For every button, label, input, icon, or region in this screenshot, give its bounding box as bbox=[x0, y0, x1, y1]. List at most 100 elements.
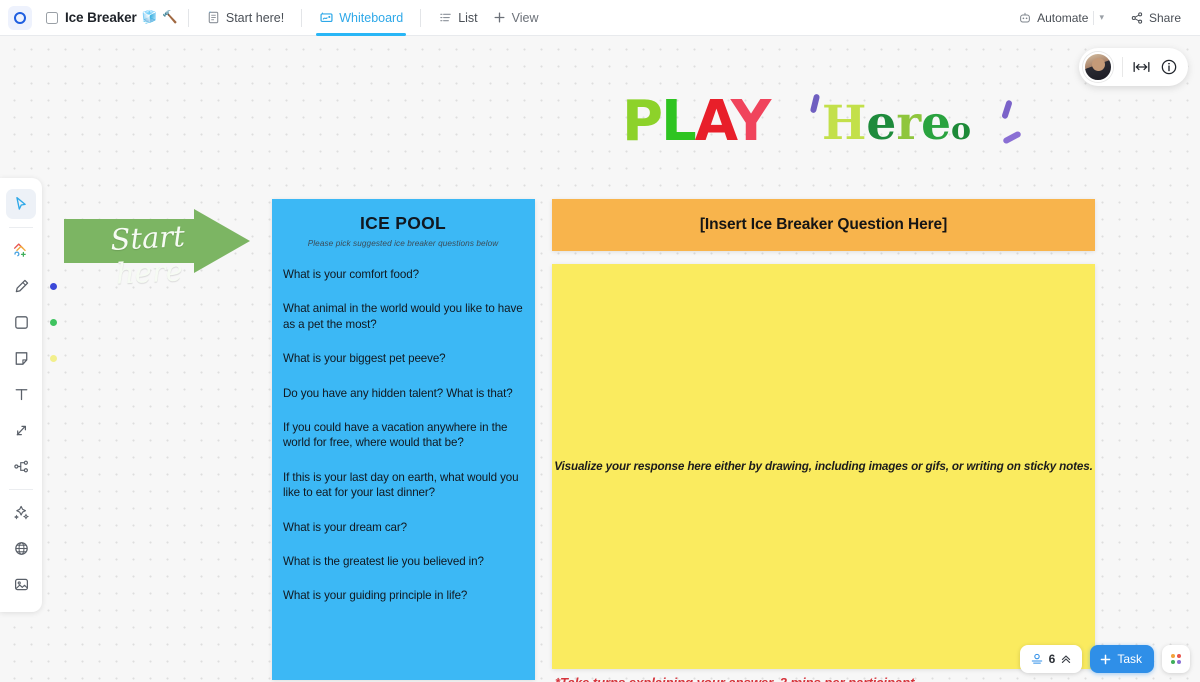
draw-shape-icon bbox=[13, 243, 26, 257]
tab-label: List bbox=[458, 10, 478, 25]
tab-label: Whiteboard bbox=[339, 10, 404, 25]
ice-breaker-question-text: [Insert Ice Breaker Question Here] bbox=[699, 216, 948, 233]
answer-area[interactable]: Visualize your response here either by d… bbox=[552, 264, 1095, 669]
decorative-tick-icon bbox=[1002, 130, 1022, 145]
image-tool[interactable] bbox=[6, 569, 36, 599]
sticky-note-tool[interactable] bbox=[6, 343, 57, 373]
magic-wand-icon bbox=[13, 505, 29, 520]
title-letter: A bbox=[694, 89, 733, 154]
add-view-button[interactable]: View bbox=[485, 0, 546, 36]
sticky-note-icon bbox=[15, 351, 27, 365]
ice-pool-question[interactable]: What is your guiding principle in life? bbox=[283, 588, 523, 603]
fit-to-screen-icon[interactable] bbox=[1132, 59, 1151, 75]
add-task-button[interactable]: Task bbox=[1090, 645, 1154, 673]
ice-pool-question[interactable]: What is your comfort food? bbox=[283, 267, 523, 282]
shape-tool[interactable] bbox=[6, 307, 57, 337]
add-view-label: View bbox=[511, 10, 539, 25]
top-bar-actions: Automate ▾ Share bbox=[1009, 6, 1190, 30]
whiteboard-icon bbox=[320, 12, 333, 23]
pen-color-dot bbox=[50, 282, 57, 290]
collaborator-count-pill[interactable]: 6 bbox=[1019, 645, 1083, 673]
ice-pool-question[interactable]: Do you have any hidden talent? What is t… bbox=[283, 386, 523, 401]
draw-connector-tool[interactable] bbox=[6, 235, 36, 265]
share-button[interactable]: Share bbox=[1121, 6, 1190, 30]
collaborator-count: 6 bbox=[1048, 652, 1056, 666]
pen-tool[interactable] bbox=[6, 271, 57, 301]
title-letter: o bbox=[951, 112, 972, 147]
decorative-tick-icon bbox=[809, 93, 821, 114]
title-letter: L bbox=[661, 89, 697, 154]
connector-arrow-tool[interactable] bbox=[6, 415, 36, 445]
ice-pool-question[interactable]: If this is your last day on earth, what … bbox=[283, 470, 523, 501]
divider bbox=[301, 8, 303, 27]
collaborator-bar bbox=[1079, 48, 1188, 86]
logo-ring bbox=[14, 11, 26, 24]
ice-pool-question[interactable]: What is your dream car? bbox=[283, 520, 523, 535]
globe-icon bbox=[14, 541, 28, 555]
tab-list[interactable]: List bbox=[431, 0, 484, 36]
chevron-down-icon[interactable]: ▾ bbox=[1099, 12, 1104, 23]
fit-width-icon bbox=[1133, 62, 1150, 72]
divider bbox=[1122, 57, 1123, 77]
divider bbox=[9, 489, 33, 490]
answer-area-instruction: Visualize your response here either by d… bbox=[554, 460, 1093, 473]
title-letter: e bbox=[921, 96, 951, 151]
divider bbox=[420, 8, 422, 27]
clickup-logo[interactable] bbox=[8, 5, 32, 30]
start-here-arrow[interactable]: Start here bbox=[62, 207, 252, 291]
shape-color-dot bbox=[50, 318, 57, 326]
divider bbox=[187, 8, 189, 27]
automate-label: Automate bbox=[1037, 10, 1089, 25]
ai-magic-tool[interactable] bbox=[6, 497, 36, 527]
plus-icon bbox=[494, 12, 505, 23]
task-checkbox[interactable] bbox=[46, 11, 58, 24]
mindmap-tool[interactable] bbox=[6, 451, 36, 481]
tab-whiteboard[interactable]: Whiteboard bbox=[312, 0, 410, 36]
cursor-icon bbox=[16, 197, 26, 210]
info-circle-icon bbox=[1161, 59, 1177, 75]
top-bar: Ice Breaker 🧊 🔨 Start here! Whiteboard L… bbox=[0, 0, 1200, 36]
pen-icon bbox=[15, 279, 28, 292]
mindmap-icon bbox=[13, 460, 28, 472]
ice-pool-question[interactable]: What is the greatest lie you believed in… bbox=[283, 554, 523, 569]
ice-pool-card[interactable]: ICE POOL Please pick suggested ice break… bbox=[272, 199, 535, 680]
add-task-label: Task bbox=[1117, 652, 1142, 666]
title-letter: H bbox=[822, 96, 867, 151]
decorative-tick-icon bbox=[1001, 99, 1013, 120]
arrows-icon bbox=[16, 425, 26, 435]
title-letter: r bbox=[896, 96, 922, 151]
image-icon bbox=[14, 578, 28, 590]
footnote-text: *Take turns explaining your answer, 2 mi… bbox=[555, 675, 915, 682]
automate-button[interactable]: Automate ▾ bbox=[1009, 6, 1113, 30]
ice-breaker-question-banner[interactable]: [Insert Ice Breaker Question Here] bbox=[552, 199, 1095, 251]
select-pointer-tool[interactable] bbox=[6, 189, 36, 219]
doc-icon bbox=[208, 11, 219, 24]
page-title: Ice Breaker bbox=[65, 10, 137, 25]
title-word-play: PLAY bbox=[622, 94, 771, 150]
ice-pool-question[interactable]: What is your biggest pet peeve? bbox=[283, 351, 523, 366]
embed-web-tool[interactable] bbox=[6, 533, 36, 563]
ice-cube-icon: 🧊 bbox=[141, 10, 158, 24]
text-tool[interactable] bbox=[6, 379, 36, 409]
title-letter: P bbox=[622, 89, 663, 154]
ice-pool-question[interactable]: If you could have a vacation anywhere in… bbox=[283, 420, 523, 451]
share-icon bbox=[1131, 11, 1143, 24]
title-letter: Y bbox=[730, 89, 772, 154]
whiteboard-canvas[interactable]: PLAY Hereo Start here ICE POOL Please pi… bbox=[0, 36, 1200, 682]
apps-grid-button[interactable] bbox=[1162, 645, 1190, 673]
text-icon bbox=[15, 388, 27, 400]
hammer-icon: 🔨 bbox=[162, 10, 178, 24]
tab-start-here[interactable]: Start here! bbox=[199, 0, 291, 36]
avatar[interactable] bbox=[1083, 52, 1113, 82]
grid-icon bbox=[1170, 653, 1182, 665]
play-here-title-art: PLAY Hereo bbox=[612, 88, 1032, 160]
start-here-label: Start here bbox=[109, 219, 186, 291]
divider bbox=[1093, 10, 1095, 25]
square-icon bbox=[14, 315, 28, 329]
title-word-here: Hereo bbox=[822, 100, 971, 147]
tab-label: Start here! bbox=[225, 10, 285, 25]
ice-pool-question[interactable]: What animal in the world would you like … bbox=[283, 301, 523, 332]
info-icon[interactable] bbox=[1160, 58, 1178, 76]
title-letter: e bbox=[866, 96, 897, 151]
whiteboard-toolbar bbox=[0, 178, 57, 612]
